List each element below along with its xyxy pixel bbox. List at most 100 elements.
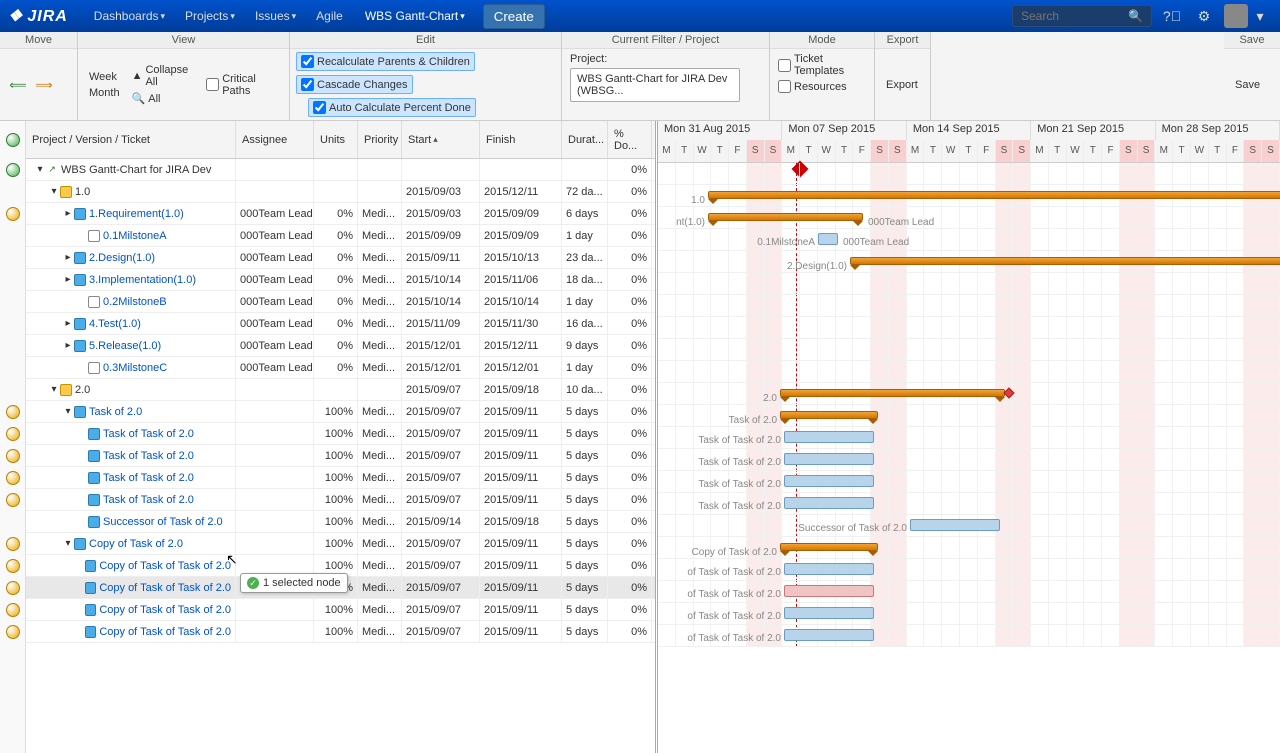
col-duration[interactable]: Durat... bbox=[562, 121, 608, 158]
toggle-icon[interactable]: ▸ bbox=[62, 208, 74, 219]
row-name[interactable]: Task of 2.0 bbox=[89, 406, 142, 418]
row-name[interactable]: Copy of Task of 2.0 bbox=[89, 538, 183, 550]
timeline-row[interactable] bbox=[658, 339, 1280, 361]
row-name[interactable]: Task of Task of 2.0 bbox=[103, 472, 194, 484]
row-name[interactable]: 4.Test(1.0) bbox=[89, 318, 141, 330]
toggle-icon[interactable] bbox=[76, 362, 88, 373]
table-row[interactable]: ▸2.Design(1.0)000Team Lead0%Medi...2015/… bbox=[26, 247, 655, 269]
toggle-icon[interactable] bbox=[73, 560, 84, 571]
timeline-row[interactable] bbox=[658, 317, 1280, 339]
toggle-icon[interactable] bbox=[73, 582, 84, 593]
table-row[interactable]: Task of Task of 2.0100%Medi...2015/09/07… bbox=[26, 489, 655, 511]
table-row[interactable]: Successor of Task of 2.0100%Medi...2015/… bbox=[26, 511, 655, 533]
gantt-bar[interactable]: Task of 2.0 bbox=[780, 411, 878, 419]
toggle-icon[interactable] bbox=[76, 230, 88, 241]
table-row[interactable]: 0.2MilstoneB000Team Lead0%Medi...2015/10… bbox=[26, 291, 655, 313]
toggle-icon[interactable]: ▾ bbox=[62, 406, 74, 417]
row-name[interactable]: Successor of Task of 2.0 bbox=[103, 516, 223, 528]
create-button[interactable]: Create bbox=[483, 4, 545, 29]
gantt-bar[interactable]: Task of Task of 2.0 bbox=[784, 453, 874, 465]
help-icon[interactable]: ?⃝ bbox=[1160, 4, 1184, 28]
table-row[interactable]: ▸5.Release(1.0)000Team Lead0%Medi...2015… bbox=[26, 335, 655, 357]
expand-all-button[interactable]: 🔍All bbox=[129, 91, 201, 106]
gantt-bar[interactable]: 1.0 bbox=[708, 191, 1280, 199]
table-row[interactable]: Copy of Task of Task of 2.0100%Medi...20… bbox=[26, 621, 655, 643]
timeline-row[interactable]: 0.1MilstoneA000Team Lead bbox=[658, 229, 1280, 251]
row-name[interactable]: 5.Release(1.0) bbox=[89, 340, 161, 352]
timeline-row[interactable]: of Task of Task of 2.0 bbox=[658, 625, 1280, 647]
table-row[interactable]: ▸1.Requirement(1.0)000Team Lead0%Medi...… bbox=[26, 203, 655, 225]
toggle-icon[interactable]: ▸ bbox=[62, 340, 74, 351]
ticket-templates-check[interactable]: Ticket Templates bbox=[778, 53, 866, 77]
toggle-icon[interactable] bbox=[76, 516, 88, 527]
nav-dashboards[interactable]: Dashboards bbox=[84, 0, 175, 32]
col-finish[interactable]: Finish bbox=[480, 121, 562, 158]
project-select[interactable]: WBS Gantt-Chart for JIRA Dev (WBSG... bbox=[570, 68, 740, 102]
gantt-bar[interactable]: of Task of Task of 2.0 bbox=[784, 563, 874, 575]
nav-issues[interactable]: Issues bbox=[245, 0, 306, 32]
cascade-check[interactable]: Cascade Changes bbox=[296, 75, 413, 94]
table-row[interactable]: ▾1.02015/09/032015/12/1172 da...0% bbox=[26, 181, 655, 203]
gantt-bar[interactable]: 0.1MilstoneA000Team Lead bbox=[818, 233, 838, 245]
gantt-bar[interactable]: Task of Task of 2.0 bbox=[784, 497, 874, 509]
nav-projects[interactable]: Projects bbox=[175, 0, 245, 32]
timeline-row[interactable]: Task of Task of 2.0 bbox=[658, 427, 1280, 449]
table-row[interactable]: Task of Task of 2.0100%Medi...2015/09/07… bbox=[26, 467, 655, 489]
row-name[interactable]: Task of Task of 2.0 bbox=[103, 494, 194, 506]
timeline-row[interactable]: nt(1.0)000Team Lead bbox=[658, 207, 1280, 229]
export-button[interactable]: Export bbox=[883, 78, 921, 92]
user-dropdown-icon[interactable]: ▾ bbox=[1248, 4, 1272, 28]
gantt-bar[interactable]: 2.Design(1.0) bbox=[850, 257, 1280, 265]
toggle-icon[interactable]: ▸ bbox=[62, 274, 74, 285]
search-icon[interactable]: 🔍 bbox=[1128, 9, 1143, 23]
gantt-bar[interactable]: of Task of Task of 2.0 bbox=[784, 607, 874, 619]
milestone-diamond-icon[interactable] bbox=[1003, 387, 1014, 398]
row-name[interactable]: 3.Implementation(1.0) bbox=[89, 274, 196, 286]
table-row[interactable]: ▾Copy of Task of 2.0100%Medi...2015/09/0… bbox=[26, 533, 655, 555]
toggle-icon[interactable] bbox=[76, 296, 88, 307]
view-week-button[interactable]: Week bbox=[86, 70, 123, 84]
toggle-icon[interactable]: ▸ bbox=[62, 252, 74, 263]
toggle-icon[interactable]: ▾ bbox=[48, 384, 60, 395]
save-button[interactable]: Save bbox=[1232, 78, 1263, 92]
timeline-row[interactable]: 2.0 bbox=[658, 383, 1280, 405]
toggle-icon[interactable] bbox=[73, 604, 84, 615]
gantt-bar[interactable]: Task of Task of 2.0 bbox=[784, 475, 874, 487]
toggle-icon[interactable]: ▾ bbox=[48, 186, 60, 197]
timeline-row[interactable]: 1.0 bbox=[658, 185, 1280, 207]
toggle-icon[interactable] bbox=[76, 450, 88, 461]
timeline-row[interactable]: 2.Design(1.0) bbox=[658, 251, 1280, 273]
row-name[interactable]: Task of Task of 2.0 bbox=[103, 428, 194, 440]
toggle-icon[interactable] bbox=[76, 494, 88, 505]
toggle-icon[interactable] bbox=[76, 428, 88, 439]
timeline-row[interactable]: Successor of Task of 2.0 bbox=[658, 515, 1280, 537]
timeline-row[interactable] bbox=[658, 361, 1280, 383]
col-done[interactable]: % Do... bbox=[608, 121, 652, 158]
search-input[interactable] bbox=[1021, 9, 1128, 23]
col-assignee[interactable]: Assignee bbox=[236, 121, 314, 158]
row-name[interactable]: 0.1MilstoneA bbox=[103, 230, 167, 242]
timeline-row[interactable] bbox=[658, 163, 1280, 185]
timeline-row[interactable]: Copy of Task of 2.0 bbox=[658, 537, 1280, 559]
view-month-button[interactable]: Month bbox=[86, 86, 123, 100]
toggle-icon[interactable]: ▾ bbox=[34, 164, 46, 175]
gear-icon[interactable]: ⚙ bbox=[1192, 4, 1216, 28]
table-row[interactable]: ▸4.Test(1.0)000Team Lead0%Medi...2015/11… bbox=[26, 313, 655, 335]
nav-agile[interactable]: Agile bbox=[306, 0, 355, 32]
timeline-row[interactable] bbox=[658, 273, 1280, 295]
toggle-icon[interactable] bbox=[76, 472, 88, 483]
row-name[interactable]: Copy of Task of Task of 2.0 bbox=[99, 626, 231, 638]
row-name[interactable]: Copy of Task of Task of 2.0 bbox=[99, 560, 231, 572]
avatar[interactable] bbox=[1224, 4, 1248, 28]
row-name[interactable]: 0.2MilstoneB bbox=[103, 296, 167, 308]
toggle-icon[interactable]: ▸ bbox=[62, 318, 74, 329]
timeline-row[interactable]: of Task of Task of 2.0 bbox=[658, 603, 1280, 625]
row-name[interactable]: Copy of Task of Task of 2.0 bbox=[99, 582, 231, 594]
row-name[interactable]: Copy of Task of Task of 2.0 bbox=[99, 604, 231, 616]
row-name[interactable]: 1.Requirement(1.0) bbox=[89, 208, 184, 220]
row-name[interactable]: 0.3MilstoneC bbox=[103, 362, 167, 374]
table-row[interactable]: Copy of Task of Task of 2.0100%Medi...20… bbox=[26, 599, 655, 621]
table-row[interactable]: ▾2.02015/09/072015/09/1810 da...0% bbox=[26, 379, 655, 401]
table-row[interactable]: 0.3MilstoneC000Team Lead0%Medi...2015/12… bbox=[26, 357, 655, 379]
timeline-row[interactable]: Task of Task of 2.0 bbox=[658, 493, 1280, 515]
